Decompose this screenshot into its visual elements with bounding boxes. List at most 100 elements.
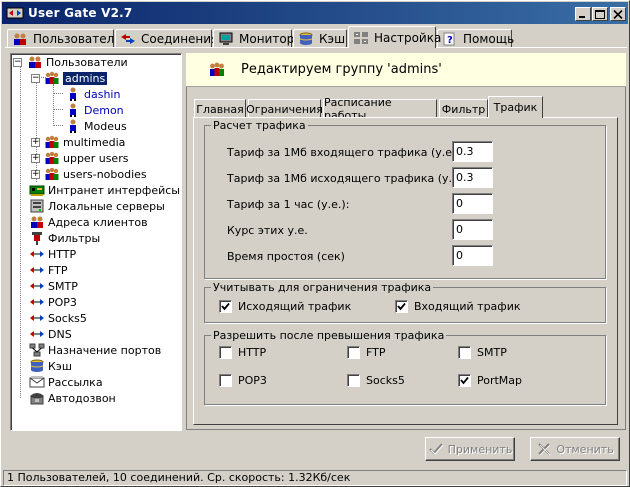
- tree-node-ftp[interactable]: FTP: [29, 262, 68, 278]
- idle-time-input[interactable]: [452, 245, 493, 266]
- cache-icon: [30, 359, 44, 372]
- tree-node-user[interactable]: Modeus: [65, 118, 127, 134]
- tree-node-client-addresses[interactable]: Адреса клиентов: [29, 214, 148, 230]
- rate-incoming-input[interactable]: [452, 141, 493, 162]
- rate-outgoing-label: Тариф за 1Мб исходящего трафика (у.е.):: [227, 172, 471, 185]
- tree-node-user[interactable]: Demon: [65, 102, 124, 118]
- tree-label: Modeus: [84, 119, 127, 133]
- tab-connections-label: Соединения: [141, 32, 219, 46]
- allow-http-checkbox[interactable]: HTTP: [219, 346, 266, 359]
- rate-outgoing-input[interactable]: [452, 167, 493, 188]
- tree-node-mailing[interactable]: Рассылка: [29, 374, 103, 390]
- tree-node-filters[interactable]: Фильтры: [29, 230, 100, 246]
- outgoing-traffic-checkbox[interactable]: Исходящий трафик: [219, 300, 351, 313]
- tree-node-user[interactable]: dashin: [65, 86, 120, 102]
- incoming-traffic-checkbox[interactable]: Входящий трафик: [395, 300, 521, 313]
- network-card-icon: [29, 185, 45, 196]
- allow-socks5-checkbox[interactable]: Socks5: [347, 374, 405, 387]
- exchange-rate-input[interactable]: [452, 219, 493, 240]
- tab-users-label: Пользователи: [33, 32, 123, 46]
- editor-title: Редактируем группу 'admins': [241, 62, 442, 77]
- checkbox-box[interactable]: [219, 300, 232, 313]
- tree-node-group[interactable]: + upper users: [31, 150, 128, 166]
- tree-node-cache[interactable]: Кэш: [29, 358, 72, 374]
- tree-node-group[interactable]: + multimedia: [31, 134, 125, 150]
- checkbox-box[interactable]: [347, 374, 360, 387]
- cancel-button[interactable]: Отменить: [530, 437, 620, 461]
- tree-node-users[interactable]: − Пользователи: [13, 54, 128, 70]
- tab-filter-label: Фильтр: [441, 102, 486, 116]
- user-icon: [70, 87, 76, 101]
- tree-label: users-nobodies: [63, 167, 147, 181]
- allow-portmap-checkbox[interactable]: PortMap: [458, 374, 522, 387]
- tree-node-port-mapping[interactable]: Назначение портов: [29, 342, 161, 358]
- phone-icon: [30, 393, 44, 405]
- tab-schedule[interactable]: Расписание работы: [323, 96, 437, 122]
- allow-pop3-label: POP3: [238, 374, 267, 387]
- tab-help[interactable]: ? Помощь: [437, 29, 514, 48]
- tree-label: FTP: [48, 263, 68, 277]
- tab-monitor-label: Монитор: [239, 32, 295, 46]
- allow-ftp-label: FTP: [366, 346, 386, 359]
- main-tab-bar: Пользователи Соединения Монитор Кэш Наст…: [5, 26, 627, 48]
- tab-users[interactable]: Пользователи: [7, 29, 122, 48]
- tree-node-local-servers[interactable]: Локальные серверы: [29, 198, 165, 214]
- allow-after-limit-group: Разрешить после превышения трафика: [204, 329, 606, 405]
- apply-button-label: Применить: [447, 442, 513, 456]
- protocol-arrows-icon: [30, 315, 44, 321]
- tree-node-http[interactable]: HTTP: [29, 246, 76, 262]
- tree-node-intranet[interactable]: Интранет интерфейсы: [29, 182, 180, 198]
- tree-node-group[interactable]: + users-nobodies: [31, 166, 147, 182]
- collapse-icon[interactable]: −: [31, 73, 40, 83]
- checkbox-box[interactable]: [347, 346, 360, 359]
- allow-smtp-checkbox[interactable]: SMTP: [458, 346, 507, 359]
- expand-icon[interactable]: +: [31, 153, 40, 163]
- minimize-button[interactable]: [575, 7, 591, 21]
- tab-monitor[interactable]: Монитор: [213, 29, 295, 48]
- allow-http-label: HTTP: [238, 346, 267, 359]
- tree-node-autodial[interactable]: Автодозвон: [29, 390, 116, 406]
- checkbox-box[interactable]: [219, 374, 232, 387]
- app-logo-icon: [6, 7, 24, 19]
- tab-filter[interactable]: Фильтр: [439, 99, 488, 118]
- checkbox-box[interactable]: [219, 346, 232, 359]
- traffic-calc-legend: Расчет трафика: [213, 119, 306, 132]
- tab-general[interactable]: Главная: [194, 99, 246, 118]
- tree-label: dashin: [84, 87, 121, 101]
- expand-icon[interactable]: +: [31, 169, 40, 179]
- tree-label: DNS: [48, 327, 72, 341]
- tab-cache[interactable]: Кэш: [293, 29, 347, 48]
- tree-label: HTTP: [48, 247, 77, 261]
- rate-hour-input[interactable]: [452, 193, 493, 214]
- checkbox-box[interactable]: [395, 300, 408, 313]
- tree-line: [53, 84, 54, 126]
- allow-pop3-checkbox[interactable]: POP3: [219, 374, 267, 387]
- tree-label: multimedia: [63, 135, 126, 149]
- checkbox-box[interactable]: [458, 374, 471, 387]
- tab-settings[interactable]: Настройка: [348, 26, 441, 48]
- server-icon: [30, 199, 44, 213]
- mail-icon: [29, 376, 45, 388]
- tree-node-smtp[interactable]: SMTP: [29, 278, 78, 294]
- user-icon: [70, 103, 76, 117]
- apply-button[interactable]: Применить: [425, 437, 515, 461]
- idle-time-label: Время простоя (сек): [227, 250, 345, 263]
- tab-limits[interactable]: Ограничения: [246, 99, 323, 118]
- settings-tree[interactable]: − Пользователи − admins dashin Demon Mod…: [10, 53, 182, 431]
- allow-ftp-checkbox[interactable]: FTP: [347, 346, 386, 359]
- tree-label: Demon: [84, 103, 124, 117]
- status-text: 1 Пользователей, 10 соединений. Ср. скор…: [7, 471, 351, 484]
- tab-general-label: Главная: [196, 102, 244, 116]
- tab-traffic[interactable]: Трафик: [488, 96, 543, 118]
- tree-node-dns[interactable]: DNS: [29, 326, 72, 342]
- maximize-button[interactable]: [592, 7, 608, 21]
- allow-socks5-label: Socks5: [366, 374, 405, 387]
- close-button[interactable]: [610, 7, 626, 21]
- collapse-icon[interactable]: −: [13, 57, 22, 67]
- tree-node-pop3[interactable]: POP3: [29, 294, 77, 310]
- tree-node-admins[interactable]: − admins: [31, 70, 108, 86]
- tree-node-socks5[interactable]: Socks5: [29, 310, 87, 326]
- checkbox-box[interactable]: [458, 346, 471, 359]
- tab-connections[interactable]: Соединения: [115, 29, 218, 48]
- expand-icon[interactable]: +: [31, 137, 40, 147]
